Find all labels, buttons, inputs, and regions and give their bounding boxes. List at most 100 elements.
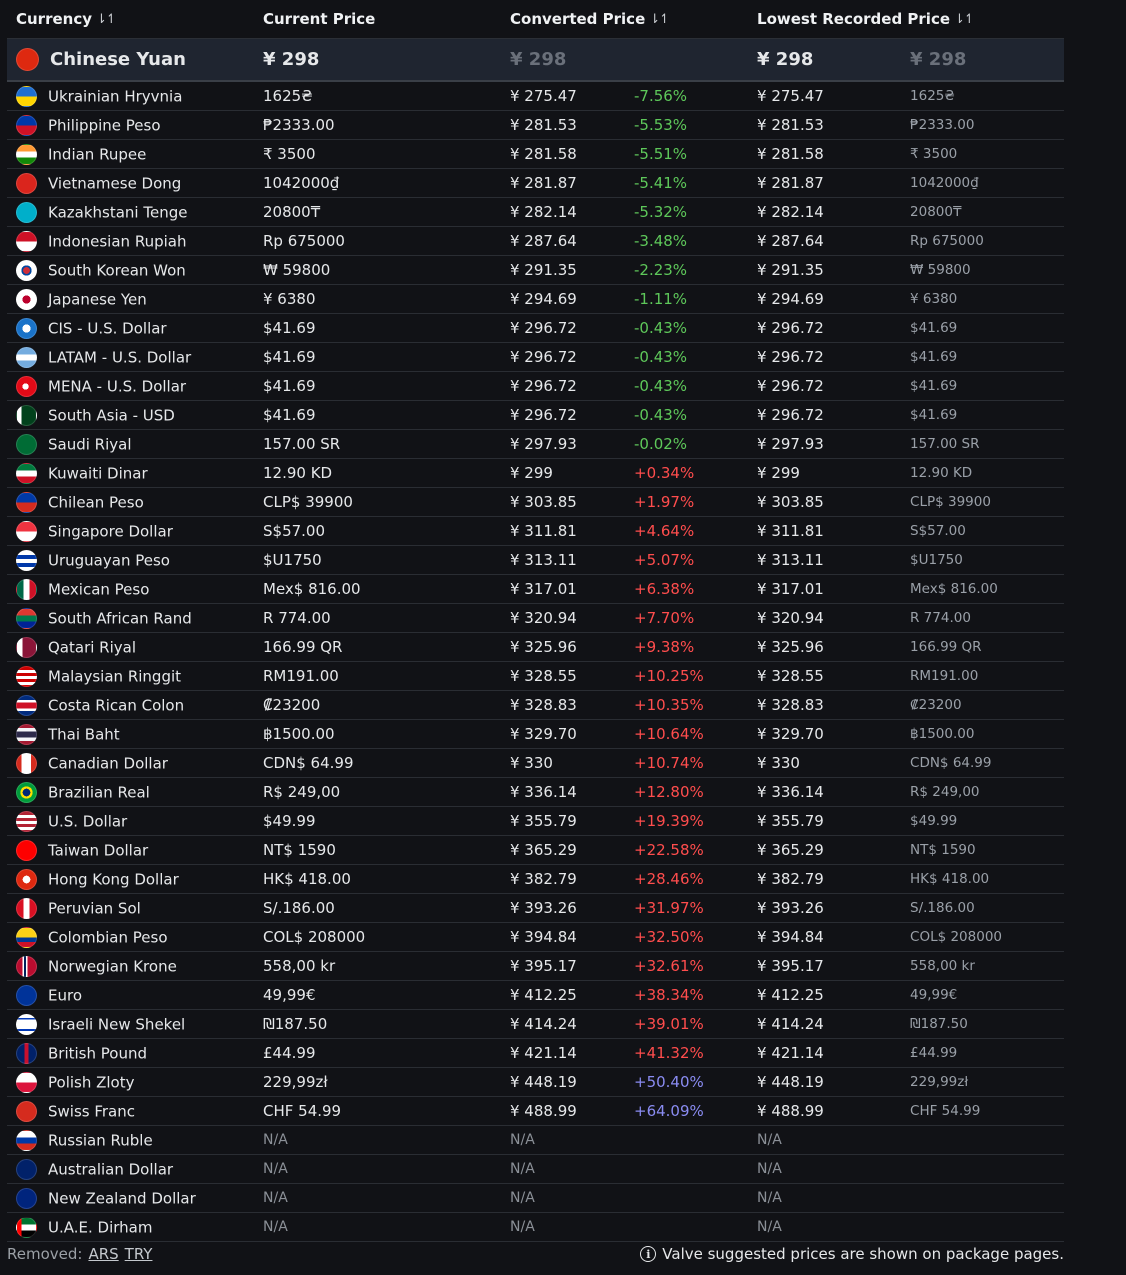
converted-price-cell: ¥ 395.17 xyxy=(503,951,627,981)
converted-price-cell: ¥ 421.14 xyxy=(503,1038,627,1068)
current-price-cell: COL$ 208000 xyxy=(256,922,503,952)
flag-icon xyxy=(16,578,37,600)
converted-price-cell: ¥ 299 xyxy=(503,458,627,488)
currency-name: Brazilian Real xyxy=(48,783,150,801)
table-row: Qatari Riyal 166.99 QR ¥ 325.96 +9.38% ¥ 325… xyxy=(7,632,1065,662)
currency-name: Peruvian Sol xyxy=(48,899,141,917)
lowest-local-price-cell: $41.69 xyxy=(908,342,1065,372)
flag-icon xyxy=(16,230,37,252)
current-price-cell: $41.69 xyxy=(256,400,503,430)
current-price-cell: 1625₴ xyxy=(256,81,503,111)
lowest-price-cell: N/A xyxy=(750,1125,909,1155)
table-row: Norwegian Krone 558,00 kr ¥ 395.17 +32.61% ¥… xyxy=(7,951,1065,981)
table-row: Indian Rupee ₹ 3500 ¥ 281.58 -5.51% ¥ 281.58… xyxy=(7,139,1065,169)
current-price-cell: ₡23200 xyxy=(256,690,503,720)
lowest-price-column-header[interactable]: Lowest Recorded Price ⇂↿ xyxy=(750,0,1065,39)
converted-price-cell: ¥ 294.69 xyxy=(503,284,627,314)
table-header-row: Currency ⇂↿ Current Price Converted Price… xyxy=(7,0,1065,39)
converted-price-cell: ¥ 328.83 xyxy=(503,690,627,720)
current-price-header-label: Current Price xyxy=(263,10,376,28)
table-row: Mexican Peso Mex$ 816.00 ¥ 317.01 +6.38% ¥ 3… xyxy=(7,574,1065,604)
price-difference-cell: +9.38% xyxy=(627,632,751,662)
current-price-cell: 49,99€ xyxy=(256,980,503,1010)
lowest-price-cell: ¥ 328.55 xyxy=(750,661,909,691)
flag-icon xyxy=(16,433,37,455)
lowest-price-cell: ¥ 296.72 xyxy=(750,342,909,372)
currency-cell: New Zealand Dollar xyxy=(7,1183,256,1213)
lowest-price-cell: ¥ 317.01 xyxy=(750,574,909,604)
current-price-cell: N/A xyxy=(256,1154,503,1184)
sort-icon[interactable]: ⇂↿ xyxy=(96,12,117,27)
lowest-local-price-cell: 49,99€ xyxy=(908,980,1065,1010)
currency-cell: U.S. Dollar xyxy=(7,806,256,836)
currency-cell: Malaysian Ringgit xyxy=(7,661,256,691)
sort-icon[interactable]: ⇂↿ xyxy=(954,12,975,27)
converted-price-cell: N/A xyxy=(503,1183,627,1213)
table-row: Swiss Franc CHF 54.99 ¥ 488.99 +64.09% ¥ 488… xyxy=(7,1096,1065,1126)
flag-icon xyxy=(16,520,37,542)
currency-name: Mexican Peso xyxy=(48,580,150,598)
lowest-local-price-cell: $41.69 xyxy=(908,400,1065,430)
flag-icon xyxy=(16,607,37,629)
currency-cell: British Pound xyxy=(7,1038,256,1068)
price-difference-cell: +39.01% xyxy=(627,1009,751,1039)
table-row: Kazakhstani Tenge 20800₸ ¥ 282.14 -5.32% ¥ 2… xyxy=(7,197,1065,227)
currency-name: South Asia - USD xyxy=(48,406,175,424)
price-difference-cell: +6.38% xyxy=(627,574,751,604)
table-row: Vietnamese Dong 1042000₫ ¥ 281.87 -5.41% ¥ 2… xyxy=(7,168,1065,198)
lowest-local-price-cell: 157.00 SR xyxy=(908,429,1065,459)
currency-name: Australian Dollar xyxy=(48,1160,174,1178)
lowest-local-price-cell: ฿1500.00 xyxy=(908,719,1065,749)
flag-icon xyxy=(16,85,37,107)
lowest-local-price-cell: 558,00 kr xyxy=(908,951,1065,981)
lowest-local-price-cell: R$ 249,00 xyxy=(908,777,1065,807)
lowest-price-cell: ¥ 382.79 xyxy=(750,864,909,894)
price-difference-cell: +64.09% xyxy=(627,1096,751,1126)
current-price-cell: NT$ 1590 xyxy=(256,835,503,865)
price-difference-cell: -5.41% xyxy=(627,168,751,198)
price-difference-cell: -3.48% xyxy=(627,226,751,256)
removed-currencies: Removed: ARS TRY xyxy=(7,1245,152,1263)
converted-price-cell: ¥ 296.72 xyxy=(503,342,627,372)
converted-price-header-label: Converted Price xyxy=(510,10,646,28)
lowest-local-price-cell: HK$ 418.00 xyxy=(908,864,1065,894)
currency-name: Russian Ruble xyxy=(48,1131,153,1149)
flag-icon xyxy=(16,752,37,774)
converted-price-cell: N/A xyxy=(503,1212,627,1242)
converted-price-cell: ¥ 291.35 xyxy=(503,255,627,285)
currency-name: New Zealand Dollar xyxy=(48,1189,196,1207)
removed-link-try[interactable]: TRY xyxy=(125,1245,153,1263)
current-price-cell: 558,00 kr xyxy=(256,951,503,981)
price-difference-cell: +32.61% xyxy=(627,951,751,981)
lowest-local-price-cell: ₡23200 xyxy=(908,690,1065,720)
currency-cell: Swiss Franc xyxy=(7,1096,256,1126)
price-difference-cell: -0.02% xyxy=(627,429,751,459)
flag-icon xyxy=(16,201,37,223)
currency-cell: Thai Baht xyxy=(7,719,256,749)
lowest-local-price-cell: Mex$ 816.00 xyxy=(908,574,1065,604)
currency-name: CIS - U.S. Dollar xyxy=(48,319,167,337)
removed-link-ars[interactable]: ARS xyxy=(88,1245,118,1263)
flag-icon xyxy=(16,172,37,194)
currency-name: U.S. Dollar xyxy=(48,812,128,830)
lowest-price-cell: ¥ 330 xyxy=(750,748,909,778)
table-row: South Korean Won ₩ 59800 ¥ 291.35 -2.23% ¥ 2… xyxy=(7,255,1065,285)
converted-price-column-header[interactable]: Converted Price ⇂↿ xyxy=(503,0,751,39)
table-row: Singapore Dollar S$57.00 ¥ 311.81 +4.64% ¥ 3… xyxy=(7,516,1065,546)
table-row: Russian Ruble N/A N/A N/A xyxy=(7,1125,1065,1155)
currency-name: Ukrainian Hryvnia xyxy=(48,87,183,105)
currency-cell: Taiwan Dollar xyxy=(7,835,256,865)
current-price-cell: Mex$ 816.00 xyxy=(256,574,503,604)
currency-column-header[interactable]: Currency ⇂↿ xyxy=(7,0,256,39)
currency-name: Israeli New Shekel xyxy=(48,1015,186,1033)
price-difference-cell: +0.34% xyxy=(627,458,751,488)
lowest-local-price-cell: CHF 54.99 xyxy=(908,1096,1065,1126)
sort-icon[interactable]: ⇂↿ xyxy=(649,12,670,27)
lowest-price-cell: ¥ 336.14 xyxy=(750,777,909,807)
currency-cell: Philippine Peso xyxy=(7,110,256,140)
lowest-local-price-cell: ₹ 3500 xyxy=(908,139,1065,169)
price-comparison-page: { "headers": { "currency": "Currency", "… xyxy=(0,0,1126,1275)
lowest-price-cell: ¥ 291.35 xyxy=(750,255,909,285)
lowest-price-cell: ¥ 296.72 xyxy=(750,400,909,430)
table-row: Thai Baht ฿1500.00 ¥ 329.70 +10.64% ¥ 329.70… xyxy=(7,719,1065,749)
